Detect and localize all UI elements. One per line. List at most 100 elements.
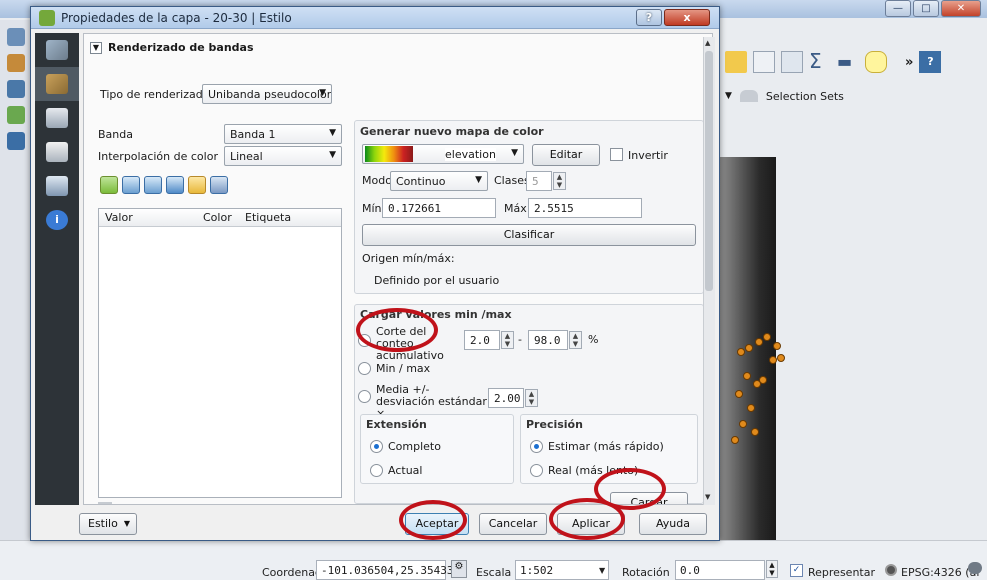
rotation-field[interactable]: 0.0 [675,560,765,580]
render-checkbox[interactable]: ✓ [790,564,803,577]
sidebar-item-general[interactable] [35,33,79,67]
cumulative-low-field[interactable]: 2.0 [464,330,500,350]
add-entry-icon[interactable] [100,176,118,194]
help-button[interactable]: Ayuda [639,513,707,535]
extent-full-radio[interactable] [370,440,383,453]
col-color[interactable]: Color [203,211,232,224]
map-point [751,428,759,436]
collapse-toggle-icon[interactable]: ▼ [90,42,102,54]
chevron-down-icon[interactable]: ▼ [599,566,605,575]
precision-estimate-radio[interactable] [530,440,543,453]
minimize-icon[interactable]: — [885,0,911,17]
coordinate-field[interactable]: -101.036504,25.354331 [316,560,460,580]
generate-title: Generar nuevo mapa de color [360,125,544,138]
precision-actual-radio[interactable] [530,464,543,477]
edit-ramp-button[interactable]: Editar [532,144,600,166]
layer-properties-dialog: Propiedades de la capa - 20-30 | Estilo … [30,6,720,541]
table-resize-handle[interactable] [98,502,112,504]
statistics-sigma-icon[interactable]: Σ [809,51,831,73]
classes-spinner[interactable]: ▲ ▼ [553,172,566,190]
refresh-icon[interactable] [166,176,184,194]
spatialite-tool-icon[interactable] [7,132,25,150]
percent-unit: % [588,333,599,346]
save-file-icon[interactable] [210,176,228,194]
scroll-up-icon[interactable]: ▲ [705,39,710,47]
measure-icon[interactable]: ▬ [837,51,859,73]
classify-button[interactable]: Clasificar [362,224,696,246]
invert-checkbox[interactable] [610,148,623,161]
chevron-down-icon: ▼ [123,519,130,528]
renderer-type-combo[interactable]: Unibanda pseudocolor ▼ [202,84,332,104]
map-point [769,356,777,364]
map-point [759,376,767,384]
help-icon[interactable]: ? [919,51,942,73]
color-table[interactable]: Valor Color Etiqueta [98,208,342,498]
extent-title: Extensión [366,418,427,431]
coordinate-toggle-icon[interactable]: ⚙ [451,560,467,578]
render-label: Representar [808,566,875,579]
max-label: Máx [504,202,527,215]
select-features-icon[interactable] [725,51,747,73]
minmax-radio[interactable] [358,362,371,375]
mode-combo[interactable]: Continuo ▼ [390,171,488,191]
color-ramp-combo[interactable]: elevation ▼ [362,144,524,164]
annotation-icon[interactable] [865,51,887,73]
rotation-spinner[interactable]: ▲ ▼ [766,560,778,578]
sidebar-item-metadata[interactable]: i [35,203,79,237]
cancel-button[interactable]: Cancelar [479,513,547,535]
crs-globe-icon[interactable] [885,564,897,576]
raster-tool-icon[interactable] [7,80,25,98]
extent-current-radio[interactable] [370,464,383,477]
qgis-toolbar: Σ ▬ » ? [715,44,987,80]
postgis-tool-icon[interactable] [7,106,25,124]
selection-sets-label[interactable]: Selection Sets [766,90,844,103]
attribute-table-icon[interactable] [753,51,775,73]
stddev-field[interactable]: 2.00 [488,388,524,408]
stddev-radio[interactable] [358,390,371,403]
range-dash: - [518,333,522,346]
layer-tool-icon[interactable] [7,28,25,46]
sort-down-icon[interactable] [144,176,162,194]
precision-title: Precisión [526,418,583,431]
scroll-down-icon[interactable]: ▼ [705,493,710,501]
map-point [777,354,785,362]
map-point [745,344,753,352]
min-field[interactable]: 0.172661 [382,198,496,218]
dialog-help-button[interactable]: ? [636,9,662,26]
sidebar-item-pyramids[interactable] [35,135,79,169]
close-icon[interactable]: ✕ [941,0,981,17]
dialog-close-button[interactable]: x [664,9,710,26]
remove-entry-icon[interactable] [122,176,140,194]
scale-combo[interactable]: 1:502 [515,560,609,580]
overflow-chevron-icon[interactable]: » [905,55,913,70]
col-value[interactable]: Valor [105,211,133,224]
messages-icon[interactable] [968,562,982,574]
col-label[interactable]: Etiqueta [245,211,291,224]
vector-tool-icon[interactable] [7,54,25,72]
stddev-spinner[interactable]: ▲ ▼ [525,389,538,407]
field-calculator-icon[interactable] [781,51,803,73]
max-field[interactable]: 2.5515 [528,198,642,218]
band-combo[interactable]: Banda 1 ▼ [224,124,342,144]
sidebar-item-style[interactable] [35,67,79,101]
cumulative-high-spinner[interactable]: ▲ ▼ [569,331,582,349]
classes-field[interactable]: 5 [526,171,552,191]
classes-label: Clases [494,174,530,187]
map-point [755,338,763,346]
load-file-icon[interactable] [188,176,206,194]
sidebar-item-transparency[interactable] [35,101,79,135]
cumulative-low-spinner[interactable]: ▲ ▼ [501,331,514,349]
tools-icon [46,40,68,60]
cumulative-high-field[interactable]: 98.0 [528,330,568,350]
map-point [731,436,739,444]
maximize-icon[interactable]: □ [913,0,939,17]
chevron-down-icon[interactable]: ▼ [725,91,732,101]
map-point [737,348,745,356]
style-menu-button[interactable]: Estilo ▼ [79,513,137,535]
sidebar-item-histogram[interactable] [35,169,79,203]
map-points [729,330,789,450]
scrollbar-thumb[interactable] [705,51,713,291]
interpolation-combo[interactable]: Lineal ▼ [224,146,342,166]
section-title: Renderizado de bandas [108,41,254,54]
chevron-down-icon: ▼ [319,88,326,98]
